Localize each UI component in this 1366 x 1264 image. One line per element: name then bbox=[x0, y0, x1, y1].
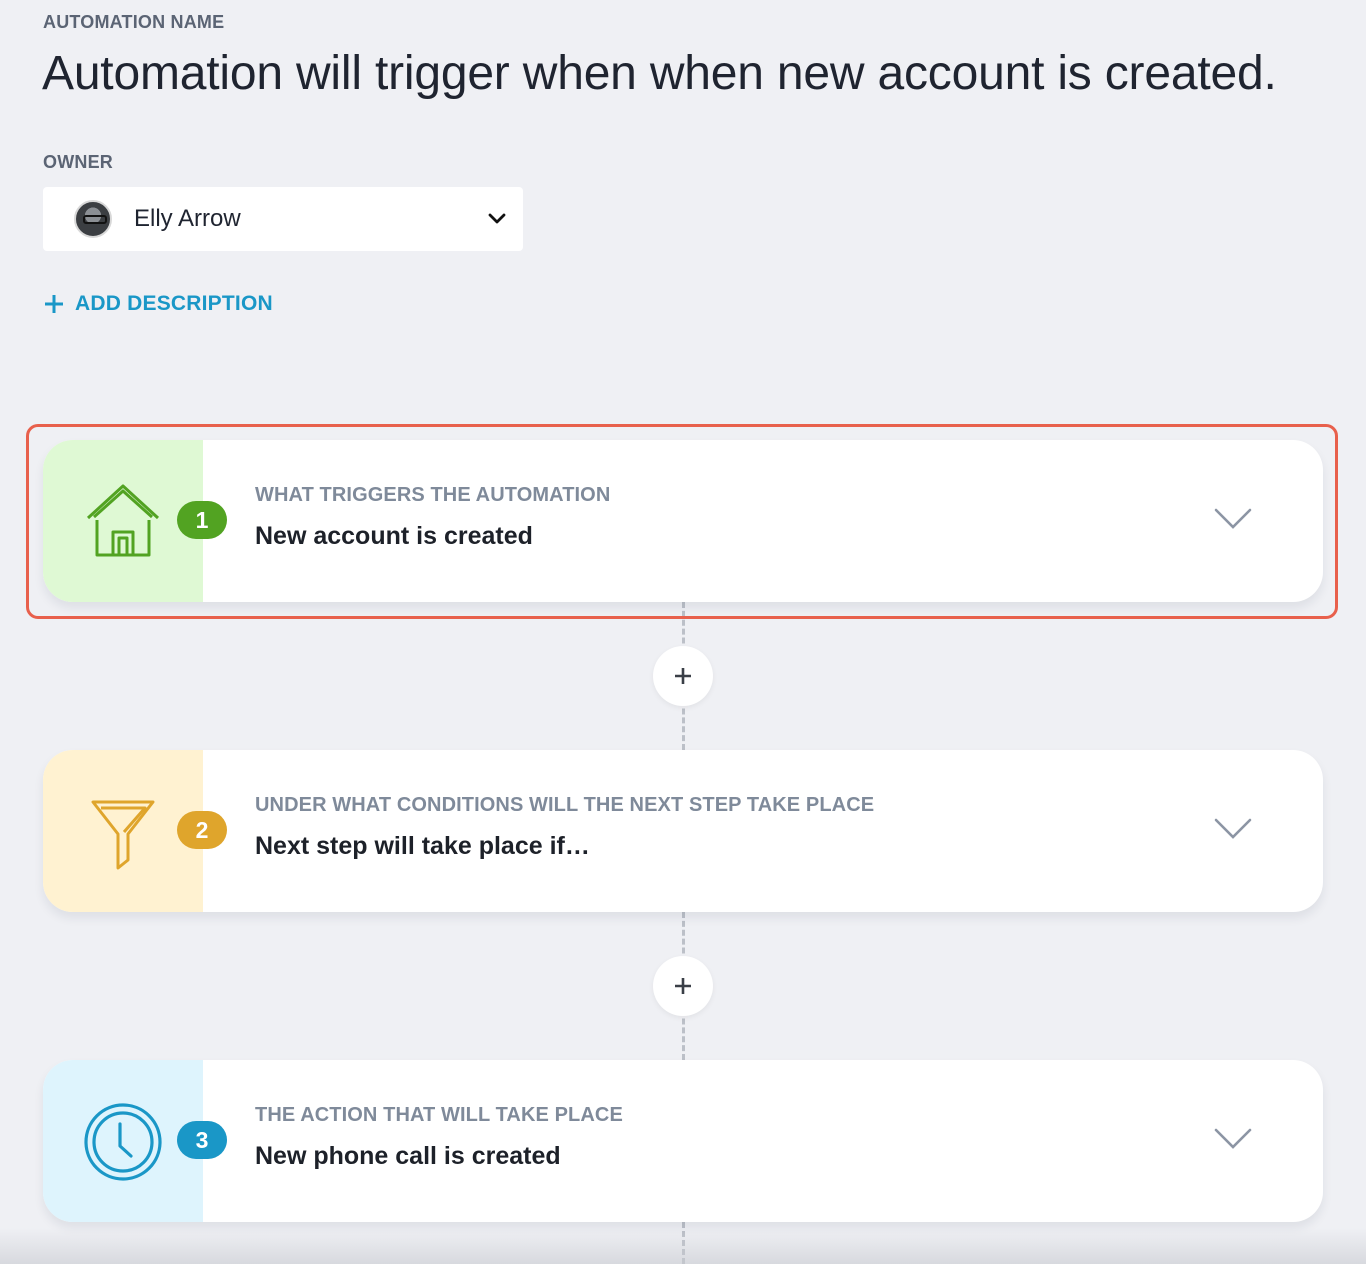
step-number-badge: 3 bbox=[177, 1121, 227, 1159]
step-card-action[interactable]: 3 THE ACTION THAT WILL TAKE PLACE New ph… bbox=[43, 1060, 1323, 1222]
step-label: THE ACTION THAT WILL TAKE PLACE bbox=[255, 1104, 623, 1126]
step-value: New phone call is created bbox=[255, 1142, 561, 1170]
selection-highlight bbox=[26, 424, 1338, 619]
add-description-button[interactable]: ADD DESCRIPTION bbox=[44, 292, 273, 316]
owner-name: Elly Arrow bbox=[134, 205, 241, 232]
chevron-down-icon bbox=[488, 213, 506, 224]
step-label: UNDER WHAT CONDITIONS WILL THE NEXT STEP… bbox=[255, 794, 875, 816]
plus-icon bbox=[675, 978, 691, 994]
plus-icon bbox=[675, 668, 691, 684]
step-value: Next step will take place if… bbox=[255, 832, 590, 860]
automation-title[interactable]: Automation will trigger when when new ac… bbox=[42, 46, 1277, 101]
add-step-button[interactable] bbox=[653, 956, 713, 1016]
automation-name-label: AUTOMATION NAME bbox=[43, 12, 225, 32]
add-description-label: ADD DESCRIPTION bbox=[75, 292, 273, 315]
plus-icon bbox=[45, 295, 63, 313]
add-step-button[interactable] bbox=[653, 646, 713, 706]
clock-icon bbox=[84, 1103, 162, 1181]
step-number-badge: 2 bbox=[177, 811, 227, 849]
filter-icon bbox=[91, 800, 155, 870]
owner-select[interactable]: Elly Arrow bbox=[43, 187, 523, 251]
owner-label: OWNER bbox=[43, 152, 113, 172]
chevron-down-icon[interactable] bbox=[1213, 1126, 1253, 1152]
step-card-condition[interactable]: 2 UNDER WHAT CONDITIONS WILL THE NEXT ST… bbox=[43, 750, 1323, 912]
avatar bbox=[74, 200, 112, 238]
bottom-fade bbox=[0, 1228, 1366, 1264]
chevron-down-icon[interactable] bbox=[1213, 816, 1253, 842]
